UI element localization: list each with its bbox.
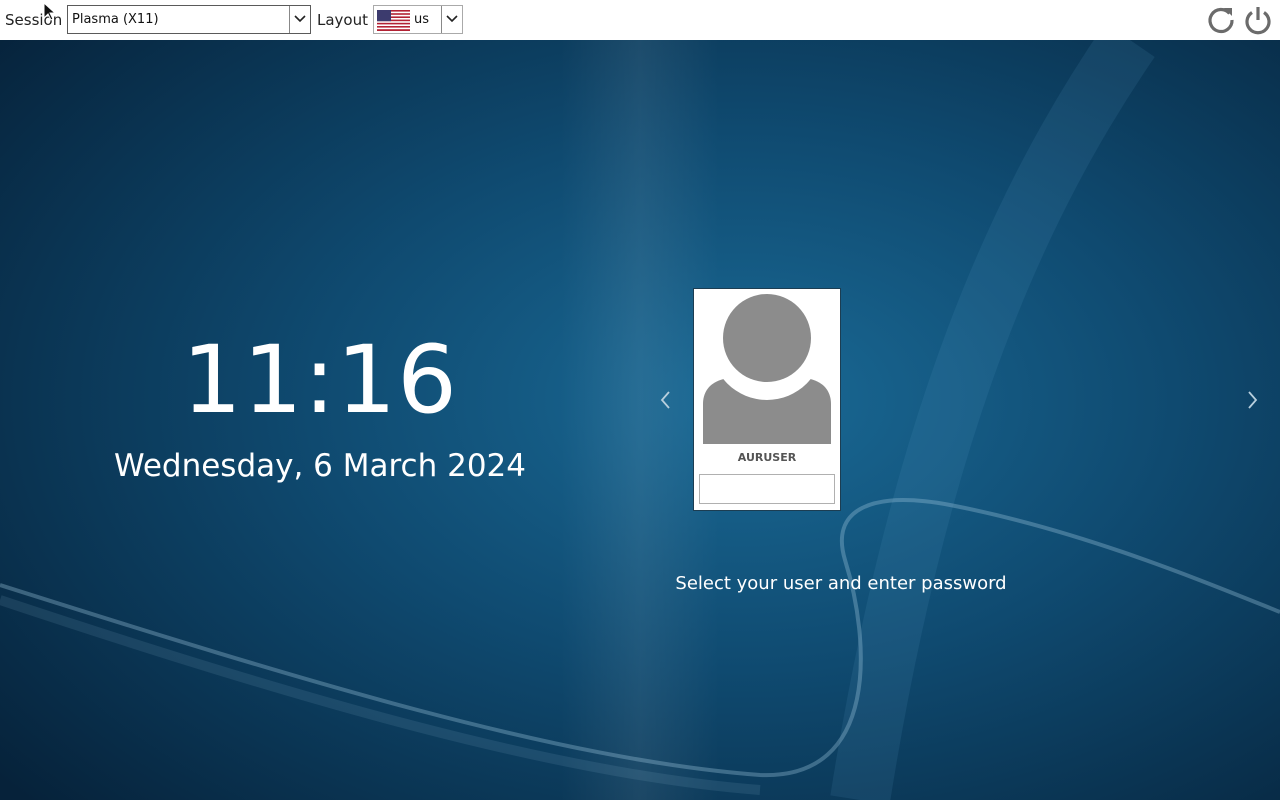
mouse-cursor-icon: [43, 2, 57, 21]
top-bar: Session Plasma (X11) Layout us: [0, 0, 1280, 40]
layout-select[interactable]: us: [373, 5, 463, 34]
shutdown-button[interactable]: [1242, 4, 1274, 36]
session-value: Plasma (X11): [72, 12, 159, 27]
clock-time: 11:16: [182, 326, 458, 435]
session-select[interactable]: Plasma (X11): [67, 5, 311, 34]
chevron-down-icon: [446, 15, 458, 23]
chevron-right-icon: [1248, 391, 1258, 409]
login-screen: Session Plasma (X11) Layout us 11:16 Wed…: [0, 0, 1280, 800]
user-avatar-icon: [703, 294, 831, 444]
restart-button[interactable]: [1205, 4, 1237, 36]
power-icon: [1245, 7, 1271, 35]
clock-date: Wednesday, 6 March 2024: [113, 448, 526, 484]
layout-value: us: [414, 12, 430, 27]
session-dropdown-button[interactable]: [289, 6, 310, 33]
restart-icon: [1208, 7, 1234, 34]
login-hint: Select your user and enter password: [675, 573, 1007, 594]
chevron-down-icon: [294, 15, 306, 23]
chevron-left-icon: [660, 391, 670, 409]
layout-dropdown-button[interactable]: [441, 6, 462, 33]
password-input[interactable]: [699, 474, 835, 504]
us-flag-icon: [377, 10, 410, 31]
next-user-button[interactable]: [1247, 390, 1259, 414]
user-name: AURUSER: [737, 451, 797, 464]
layout-label: Layout: [317, 11, 368, 29]
user-card[interactable]: AURUSER: [693, 288, 841, 511]
previous-user-button[interactable]: [659, 390, 671, 414]
